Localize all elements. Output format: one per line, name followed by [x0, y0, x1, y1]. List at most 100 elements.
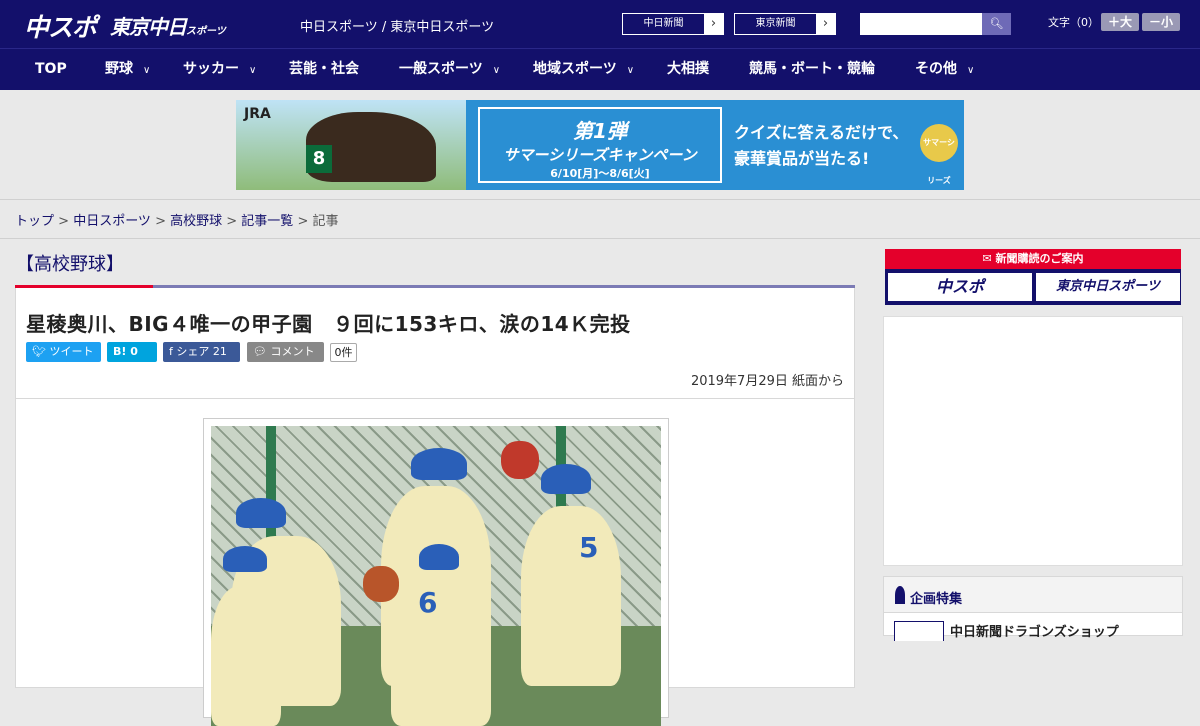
nav-item-sumo[interactable]: 大相撲 [667, 49, 709, 90]
font-bigger-button[interactable]: ＋大 [1101, 13, 1139, 31]
nav-item-soccer[interactable]: サッカー ∨ [183, 49, 256, 90]
ad-photo: JRA 8 [236, 100, 466, 190]
subscription-box: ✉ 新聞購読のご案内 中スポ 東京中日スポーツ [885, 249, 1181, 305]
article-date: 2019年7月29日 紙面から [690, 374, 844, 389]
subscription-label: 新聞購読のご案内 [995, 252, 1084, 265]
ad-headline-2: サマーシリーズキャンペーン [503, 146, 697, 164]
nav-item-entertainment[interactable]: 芸能・社会 [289, 49, 359, 90]
tokyo-chunichi-logo[interactable]: 東京中日スポーツ [110, 11, 226, 40]
tokyo-shimbun-button[interactable]: 東京新聞 › [734, 13, 836, 35]
nav-item-label: 芸能・社会 [289, 61, 359, 77]
photo-cap [223, 546, 267, 572]
chuspo-logo[interactable]: 中スポ [24, 8, 97, 44]
photo-glove [363, 566, 399, 602]
nav-item-baseball[interactable]: 野球 ∨ [105, 49, 150, 90]
top-header: 中スポ 東京中日スポーツ 中日スポーツ / 東京中日スポーツ 中日新聞 › 東京… [0, 0, 1200, 48]
ribbon-icon [895, 586, 905, 604]
horse-number: 8 [306, 145, 332, 173]
feature-heading: 企画特集 [910, 592, 963, 607]
chevron-down-icon: ∨ [626, 65, 635, 76]
comment-icon: 💬︎ [253, 345, 267, 358]
photo-jersey-number: 6 [418, 586, 438, 619]
nav-item-top[interactable]: TOP [35, 49, 67, 90]
chunichi-shimbun-button[interactable]: 中日新聞 › [622, 13, 724, 35]
breadcrumb-high-school-baseball[interactable]: 高校野球 [170, 214, 222, 229]
nav-item-local-sports[interactable]: 地域スポーツ ∨ [533, 49, 634, 90]
sidebar-ad[interactable] [883, 316, 1183, 566]
feature-box: 企画特集 中日新聞ドラゴンズショップ [883, 576, 1183, 641]
photo-glove [501, 441, 539, 479]
photo-cap [541, 464, 591, 494]
font-size-label: 文字（0） [1048, 16, 1099, 29]
subscription-bar[interactable]: ✉ 新聞購読のご案内 [885, 249, 1181, 269]
nav-item-other[interactable]: その他 ∨ [915, 49, 974, 90]
subscribe-chuspo-button[interactable]: 中スポ [888, 273, 1032, 301]
tokyo-shimbun-label: 東京新聞 [735, 14, 816, 34]
twitter-icon: 🐦︎ [32, 345, 46, 358]
tweet-label: ツイート [49, 345, 94, 358]
breadcrumb-top[interactable]: トップ [15, 214, 54, 229]
nav-item-general-sports[interactable]: 一般スポーツ ∨ [399, 49, 500, 90]
breadcrumb-sep: > [150, 214, 171, 229]
search-input[interactable] [860, 13, 982, 35]
divider [0, 238, 1200, 239]
search-button[interactable]: 🔍︎ [982, 13, 1011, 35]
chevron-right-icon: › [710, 16, 717, 31]
chevron-down-icon: ∨ [967, 65, 975, 76]
article-photo[interactable]: 5 6 [203, 418, 669, 726]
breadcrumb-sep: > [293, 214, 313, 229]
photo-cap [411, 448, 467, 480]
nav-item-label: 競馬・ボート・競輪 [749, 61, 875, 77]
comment-label: コメント [270, 345, 315, 358]
breadcrumb-chuspo[interactable]: 中日スポーツ [73, 214, 151, 229]
search-box: 🔍︎ [860, 13, 1011, 35]
comment-count: 0件 [330, 343, 357, 362]
ad-dates: 6/10[月]～8/6[火] [550, 167, 650, 180]
breadcrumb-sep: > [222, 214, 242, 229]
comment-button[interactable]: 💬︎ コメント [247, 342, 324, 362]
jra-ad-banner[interactable]: JRA 8 第1弾 サマーシリーズキャンペーン 6/10[月]～8/6[火] ク… [236, 100, 964, 190]
ad-headline-1: 第1弾 [573, 119, 627, 143]
nav-item-label: サッカー [183, 61, 239, 77]
photo-player [521, 506, 621, 686]
subscribe-tokyo-chunichi-button[interactable]: 東京中日スポーツ [1036, 273, 1180, 301]
feature-header: 企画特集 [884, 577, 1182, 613]
hatena-bookmark-button[interactable]: B! 0 [107, 342, 157, 362]
facebook-icon: f [169, 345, 173, 358]
font-smaller-button[interactable]: －小 [1142, 13, 1180, 31]
nav-item-label: 一般スポーツ [399, 61, 483, 77]
ad-campaign-box: 第1弾 サマーシリーズキャンペーン 6/10[月]～8/6[火] [478, 107, 722, 183]
article-title: 星稜奥川、BIG４唯一の甲子園 ９回に153キロ、涙の14Ｋ完投 [26, 312, 631, 336]
photo-cap [419, 544, 459, 570]
nav-item-label: 地域スポーツ [533, 61, 617, 77]
tokyo-chunichi-logo-small: スポーツ [186, 26, 226, 37]
jra-logo: JRA [244, 106, 271, 122]
divider [16, 398, 854, 399]
facebook-share-button[interactable]: f シェア 21 [163, 342, 240, 362]
tokyo-chunichi-logo-text: 東京中日 [110, 15, 187, 39]
ad-copy: クイズに答えるだけで、 豪華賞品が当たる! [734, 120, 908, 172]
photo-player [211, 586, 281, 726]
nav-item-racing[interactable]: 競馬・ボート・競輪 [749, 49, 875, 90]
photo-jersey-number: 5 [579, 531, 599, 564]
ad-copy-2: 豪華賞品が当たる! [734, 149, 870, 168]
feature-item-link[interactable]: 中日新聞ドラゴンズショップ [950, 621, 1119, 640]
search-icon: 🔍︎ [989, 17, 1004, 30]
summer-series-badge: サマーシリーズ [920, 124, 958, 185]
breadcrumb: トップ > 中日スポーツ > 高校野球 > 記事一覧 > 記事 [15, 210, 339, 229]
chunichi-shimbun-label: 中日新聞 [623, 14, 704, 34]
photo-image: 5 6 [211, 426, 661, 726]
nav-item-label: 野球 [105, 61, 133, 77]
nav-item-label: TOP [35, 61, 67, 77]
chevron-down-icon: ∨ [143, 65, 151, 76]
chevron-down-icon: ∨ [249, 65, 257, 76]
photo-player [391, 576, 491, 726]
category-heading: 【高校野球】 [16, 254, 124, 275]
site-links[interactable]: 中日スポーツ / 東京中日スポーツ [300, 16, 494, 35]
feature-thumbnail[interactable] [894, 621, 944, 641]
breadcrumb-article-list[interactable]: 記事一覧 [241, 214, 293, 229]
tweet-button[interactable]: 🐦︎ ツイート [26, 342, 101, 362]
ad-area: JRA 8 第1弾 サマーシリーズキャンペーン 6/10[月]～8/6[火] ク… [0, 90, 1200, 200]
chevron-down-icon: ∨ [492, 65, 501, 76]
ad-copy-1: クイズに答えるだけで、 [734, 123, 909, 142]
